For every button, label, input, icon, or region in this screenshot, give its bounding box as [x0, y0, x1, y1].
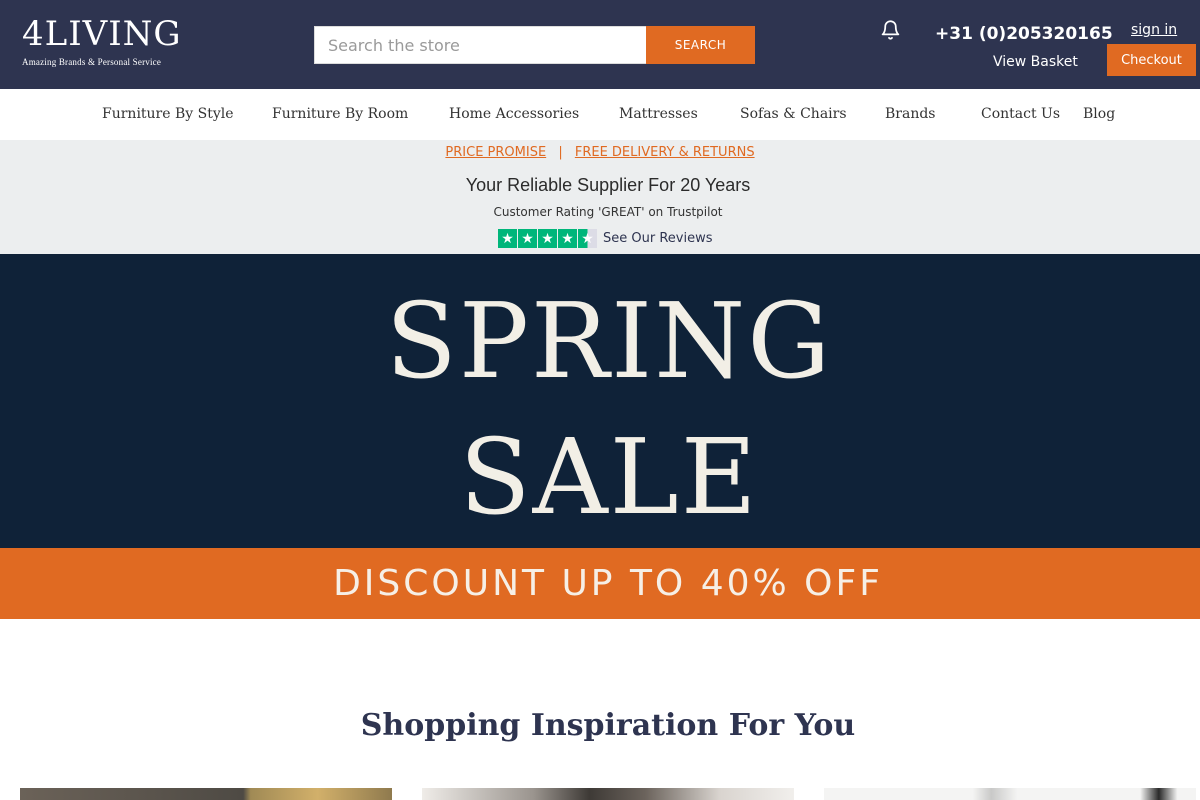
nav-item-brands[interactable]: Brands — [885, 104, 936, 124]
view-basket-link[interactable]: View Basket — [993, 53, 1078, 71]
discount-strip[interactable]: DISCOUNT UP TO 40% OFF — [0, 548, 1200, 619]
section-title: Shopping Inspiration For You — [360, 708, 856, 743]
banner-title-line1: SPRING — [385, 280, 833, 402]
free-delivery-link[interactable]: FREE DELIVERY & RETURNS — [575, 145, 755, 160]
banner-title-line2: SALE — [459, 416, 759, 538]
search-button[interactable]: SEARCH — [646, 26, 755, 64]
star-icon: ★ — [538, 229, 557, 248]
promo-separator: | — [558, 145, 563, 160]
site-logo[interactable]: 4LIVING Amazing Brands & Personal Servic… — [22, 14, 182, 68]
search-input[interactable] — [314, 26, 647, 64]
nav-item-furniture-by-room[interactable]: Furniture By Room — [272, 104, 408, 124]
nav-item-furniture-by-style[interactable]: Furniture By Style — [102, 104, 234, 124]
nav-item-mattresses[interactable]: Mattresses — [619, 104, 698, 124]
discount-text: DISCOUNT UP TO 40% OFF — [333, 563, 883, 604]
logo-wordmark: 4LIVING — [22, 14, 182, 54]
checkout-button[interactable]: Checkout — [1107, 44, 1196, 76]
trustpilot-rating-text: Customer Rating 'GREAT' on Trustpilot — [493, 205, 723, 219]
promo-links: PRICE PROMISE | FREE DELIVERY & RETURNS — [0, 144, 1200, 162]
inspiration-card-image[interactable] — [20, 788, 392, 800]
trust-band: PRICE PROMISE | FREE DELIVERY & RETURNS … — [0, 140, 1200, 254]
main-nav: Furniture By Style Furniture By Room Hom… — [0, 89, 1200, 140]
logo-tagline: Amazing Brands & Personal Service — [22, 57, 162, 67]
half-star-icon: ★ — [578, 229, 597, 248]
nav-item-home-accessories[interactable]: Home Accessories — [449, 104, 579, 124]
bell-icon[interactable] — [880, 19, 901, 41]
site-header: 4LIVING Amazing Brands & Personal Servic… — [0, 0, 1200, 89]
star-icon: ★ — [558, 229, 577, 248]
star-icon: ★ — [518, 229, 537, 248]
phone-number[interactable]: +31 (0)205320165 — [935, 23, 1113, 45]
star-icon: ★ — [498, 229, 517, 248]
trustpilot-stars: ★ ★ ★ ★ ★ — [498, 229, 598, 248]
see-reviews-link[interactable]: See Our Reviews — [603, 229, 712, 248]
nav-item-sofas-chairs[interactable]: Sofas & Chairs — [740, 104, 847, 124]
sign-in-link[interactable]: sign in — [1131, 21, 1177, 39]
inspiration-card-image[interactable] — [824, 788, 1196, 800]
nav-item-contact-us[interactable]: Contact Us — [981, 104, 1060, 124]
spring-sale-banner[interactable]: SPRING SALE — [0, 254, 1200, 548]
price-promise-link[interactable]: PRICE PROMISE — [445, 145, 546, 160]
inspiration-card-image[interactable] — [422, 788, 794, 800]
supplier-heading: Your Reliable Supplier For 20 Years — [465, 175, 751, 195]
nav-item-blog[interactable]: Blog — [1083, 104, 1115, 124]
